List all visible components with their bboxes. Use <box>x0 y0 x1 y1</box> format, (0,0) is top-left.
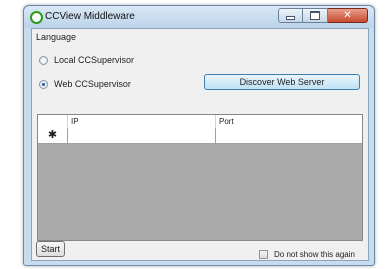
new-row-marker-icon: ✱ <box>38 128 68 143</box>
discover-web-server-button[interactable]: Discover Web Server <box>204 74 360 90</box>
maximize-icon <box>310 11 320 20</box>
web-supervisor-label: Web CCSupervisor <box>54 79 131 89</box>
minimize-button[interactable] <box>278 8 303 23</box>
grid-corner-header <box>38 115 68 128</box>
close-button[interactable]: ✕ <box>328 8 368 23</box>
web-supervisor-option[interactable]: Web CCSupervisor <box>39 78 131 90</box>
local-supervisor-option[interactable]: Local CCSupervisor <box>39 54 134 66</box>
local-supervisor-label: Local CCSupervisor <box>54 55 135 65</box>
port-column-header[interactable]: Port <box>216 115 362 128</box>
caption-buttons: ✕ <box>278 8 368 23</box>
dont-show-again-checkbox[interactable] <box>259 250 268 259</box>
grid-header: IP Port <box>38 115 362 129</box>
menu-language[interactable]: Language <box>36 32 76 42</box>
menu-bar: Language <box>32 29 368 46</box>
window-title: CCView Middleware <box>45 11 135 22</box>
dont-show-again-label: Do not show this again <box>274 250 355 259</box>
ip-cell[interactable] <box>68 128 216 143</box>
title-bar[interactable]: CCView Middleware ✕ <box>24 6 374 28</box>
web-supervisor-radio[interactable] <box>39 79 48 89</box>
minimize-icon <box>286 16 295 20</box>
close-icon: ✕ <box>343 10 352 21</box>
app-icon <box>30 11 43 24</box>
server-grid[interactable]: IP Port ✱ <box>37 114 363 241</box>
maximize-button[interactable] <box>303 8 328 23</box>
dont-show-again-option[interactable]: Do not show this again <box>259 249 355 260</box>
start-button[interactable]: Start <box>36 241 65 257</box>
client-area: Language Local CCSupervisor Web CCSuperv… <box>31 28 369 261</box>
app-window: CCView Middleware ✕ Language Local CCSup… <box>23 5 375 266</box>
local-supervisor-radio[interactable] <box>39 55 48 65</box>
ip-column-header[interactable]: IP <box>68 115 216 128</box>
table-row[interactable]: ✱ <box>38 128 362 144</box>
port-cell[interactable] <box>216 128 362 143</box>
